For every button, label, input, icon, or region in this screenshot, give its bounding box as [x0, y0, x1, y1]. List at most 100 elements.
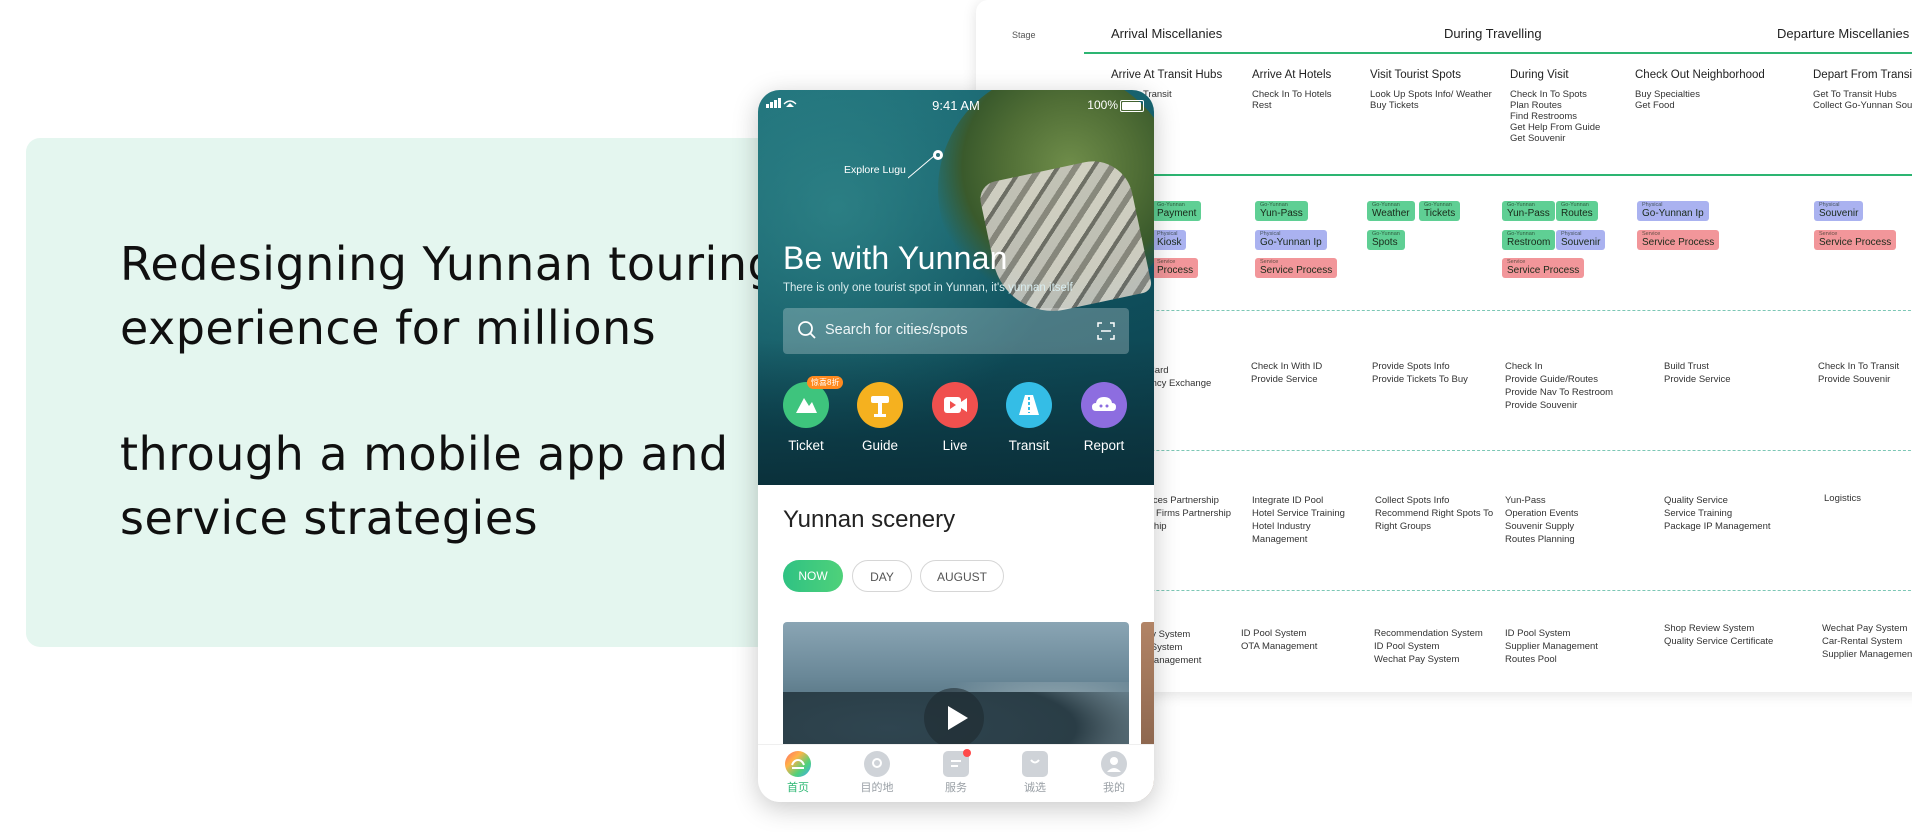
column-title: Check Out Neighborhood [1635, 69, 1765, 81]
tab-home[interactable]: 首页 [768, 751, 828, 795]
column-title: Visit Tourist Spots [1370, 69, 1461, 81]
stage-during: During Travelling [1444, 26, 1542, 41]
chip-routes: Go-Yunnan Routes [1556, 201, 1598, 221]
frontstage-cell: Check In Provide Guide/Routes Provide Nav … [1505, 361, 1614, 411]
tab-label: 服务 [945, 782, 967, 794]
quick-action-guide[interactable]: Guide [850, 382, 910, 453]
tab-label: 我的 [1103, 782, 1125, 794]
shop-icon [1022, 751, 1048, 777]
search-bar[interactable]: Search for cities/spots [783, 308, 1129, 354]
notification-dot [963, 749, 971, 757]
chip-process: Service Process [1152, 258, 1199, 278]
column-title: Arrive At Hotels [1252, 69, 1332, 81]
quick-action-ticket[interactable]: 惊喜8折 Ticket [776, 376, 844, 453]
chip-service-process: Service Service Process [1255, 258, 1338, 278]
column-item: Get To Transit Hubs [1813, 89, 1897, 100]
support-cell: ID Pool System Supplier Management Routes … [1505, 628, 1598, 665]
phone-mockup: 9:41 AM 100% Explore Lugu Be with Yunnan… [758, 90, 1154, 802]
search-input[interactable]: Search for cities/spots [825, 322, 968, 338]
column-item: Get Help From Guide [1510, 122, 1601, 133]
chip-spots: Go-Yunnan Spots [1367, 230, 1405, 250]
chip-yun-pass: Go-Yunnan Yun-Pass [1502, 201, 1555, 221]
headline-paragraph-2: through a mobile app and service strateg… [120, 422, 760, 550]
column-item: Get Food [1635, 100, 1675, 111]
frontstage-cell: Check In With ID Provide Service [1251, 361, 1323, 385]
profile-icon [1101, 751, 1127, 777]
chip-restroom: Go-Yunnan Restroom [1502, 230, 1556, 250]
chip-go-yunnan-ip: Physical Go-Yunnan Ip [1255, 230, 1327, 250]
mountain-icon: 惊喜8折 [783, 376, 844, 428]
filter-august[interactable]: AUGUST [920, 560, 1004, 592]
headline: Redesigning Yunnan touring experience fo… [120, 232, 777, 550]
quick-action-label: Report [1083, 438, 1125, 453]
hero-subtitle: There is only one tourist spot in Yunnan… [783, 282, 1073, 294]
guide-icon [857, 382, 903, 428]
hero-title: Be with Yunnan [783, 240, 1008, 276]
explore-label[interactable]: Explore Lugu [844, 164, 906, 176]
column-item: Plan Routes [1510, 100, 1562, 111]
tab-service[interactable]: 服务 [926, 749, 986, 795]
column-item: Buy Tickets [1370, 100, 1419, 111]
column-item: Look Up Spots Info/ Weather [1370, 89, 1492, 100]
evidence-divider [1084, 174, 1912, 176]
battery-icon [1120, 100, 1144, 112]
quick-action-report[interactable]: Report [1074, 382, 1134, 453]
quick-action-label: Ticket [788, 438, 824, 453]
support-cell: ID Pool System OTA Management [1241, 628, 1318, 652]
scan-icon[interactable] [1097, 322, 1115, 340]
frontstage-cell: Build Trust Provide Service [1664, 361, 1731, 385]
chip-souvenir: Physical Souvenir [1814, 201, 1864, 221]
stage-label: Stage [1012, 30, 1036, 40]
chip-service-process: Service Service Process [1814, 230, 1897, 250]
stage-arrival: Arrival Miscellanies [1111, 26, 1223, 41]
column-during-visit: During Visit Check In To Spots Plan Rout… [1510, 69, 1601, 144]
frontstage-cell: Provide Spots Info Provide Tickets To Buy [1372, 361, 1468, 385]
tab-profile[interactable]: 我的 [1084, 751, 1144, 795]
headline-paragraph-1: Redesigning Yunnan touring experience fo… [120, 232, 777, 360]
section-title: Yunnan scenery [783, 506, 956, 533]
stage-departure: Departure Miscellanies [1777, 26, 1910, 41]
backstage-cell: Logistics [1824, 493, 1861, 504]
tab-label: 目的地 [860, 782, 894, 794]
filter-day[interactable]: DAY [852, 560, 912, 592]
backstage-cell: Integrate ID Pool Hotel Service Training H… [1252, 495, 1345, 545]
support-cell: Shop Review System Quality Service Certif… [1664, 623, 1774, 647]
tab-shop[interactable]: 诚选 [1005, 751, 1065, 795]
chip-kiosk: Physical Kiosk [1152, 230, 1187, 250]
column-item: Rest [1252, 100, 1272, 111]
quick-action-transit[interactable]: Transit [999, 382, 1059, 453]
backstage-cell: Quality Service Service Training Package I… [1664, 495, 1771, 532]
column-item: Check In To Spots [1510, 89, 1587, 100]
chip-yun-pass: Go-Yunnan Yun-Pass [1255, 201, 1308, 221]
column-item: Find Restrooms [1510, 111, 1578, 122]
hero-banner: 9:41 AM 100% Explore Lugu Be with Yunnan… [758, 90, 1154, 485]
quick-action-live[interactable]: Live [925, 382, 985, 453]
quick-action-label: Transit [1008, 438, 1050, 453]
column-title: Depart From Transit [1813, 69, 1912, 81]
chip-service-process: Service Service Process [1502, 258, 1585, 278]
column-title: During Visit [1510, 69, 1569, 81]
video-icon [932, 382, 978, 428]
column-item: Buy Specialties [1635, 89, 1700, 100]
quick-action-label: Guide [861, 438, 899, 453]
home-icon [785, 751, 811, 777]
column-item: Check In To Hotels [1252, 89, 1332, 100]
service-icon [943, 749, 971, 777]
column-depart: Depart From Transit Get To Transit Hubs … [1813, 69, 1912, 111]
chip-go-yunnan-ip: Physical Go-Yunnan Ip [1637, 201, 1709, 221]
column-item: Collect Go-Yunnan Souvenir [1813, 100, 1912, 111]
backstage-cell: Yun-Pass Operation Events Souvenir Supply R… [1505, 495, 1579, 545]
column-item: Get Souvenir [1510, 133, 1566, 144]
explore-pointer-icon [908, 150, 943, 179]
tab-destination[interactable]: 目的地 [847, 751, 907, 795]
destination-icon [864, 751, 890, 777]
chip-souvenir: Physical Souvenir [1556, 230, 1606, 250]
backstage-cell: Collect Spots Info Recommend Right Spots … [1375, 495, 1494, 532]
backstage-cell: vices Partnership al Firms Partnership rsh… [1146, 495, 1231, 532]
tab-label: 诚选 [1024, 782, 1046, 794]
filter-now[interactable]: NOW [783, 560, 843, 592]
support-cell: ay System l System Management [1146, 629, 1202, 666]
headline-line: service strategies [120, 491, 539, 545]
play-icon[interactable] [924, 688, 984, 748]
support-cell: Recommendation System ID Pool System Wecha… [1374, 628, 1483, 665]
